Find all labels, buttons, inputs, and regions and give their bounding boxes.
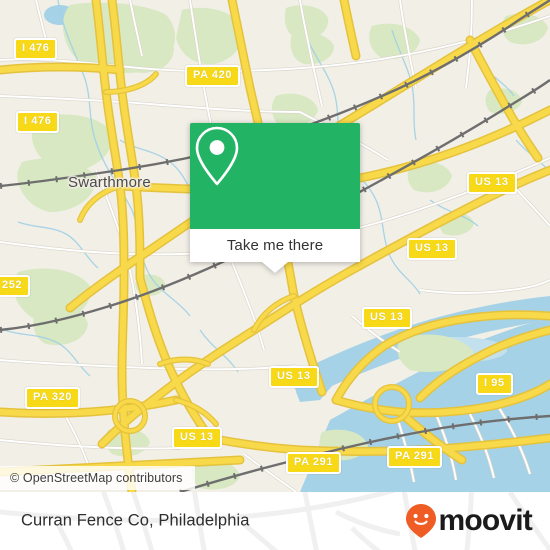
route-shield-i95[interactable]: I 95 [476,373,513,395]
route-shield-i476-north[interactable]: I 476 [14,38,58,60]
popup-action-button[interactable]: Take me there [190,229,360,262]
moovit-logo[interactable]: moovit [405,503,533,539]
route-shield-us13-mid[interactable]: US 13 [407,238,457,260]
route-shield-i476-south[interactable]: I 476 [16,111,60,133]
map-pin-icon [195,126,239,186]
footer-bar: Curran Fence Co, Philadelphia moovit [0,492,550,550]
route-shield-pa420[interactable]: PA 420 [185,65,241,87]
route-shield-252[interactable]: 252 [0,275,31,297]
map-screenshot-root: Swarthmore I 476 I 476 PA 420 252 PA 320… [0,0,550,550]
route-shield-pa320[interactable]: PA 320 [25,387,81,409]
location-popup-card[interactable]: Take me there [190,123,360,273]
route-shield-us13-east[interactable]: US 13 [467,172,517,194]
popup-action-label: Take me there [226,237,324,254]
route-shield-pa291-east[interactable]: PA 291 [387,446,443,468]
moovit-smile-pin-icon [406,504,437,538]
place-label-swarthmore: Swarthmore [68,174,151,191]
route-shield-us13-west[interactable]: US 13 [269,366,319,388]
route-shield-us13-center[interactable]: US 13 [362,307,412,329]
route-shield-pa291-west[interactable]: PA 291 [286,452,342,474]
osm-attribution[interactable]: © OpenStreetMap contributors [0,466,195,490]
osm-attribution-text: © OpenStreetMap contributors [10,471,183,485]
map-canvas[interactable]: Swarthmore I 476 I 476 PA 420 252 PA 320… [0,0,550,492]
moovit-wordmark: moovit [438,504,532,537]
popup-pointer-tail [262,262,288,273]
location-title: Curran Fence Co, Philadelphia [21,511,250,530]
popup-icon-area [190,123,360,229]
route-shield-us13-sw[interactable]: US 13 [172,427,222,449]
